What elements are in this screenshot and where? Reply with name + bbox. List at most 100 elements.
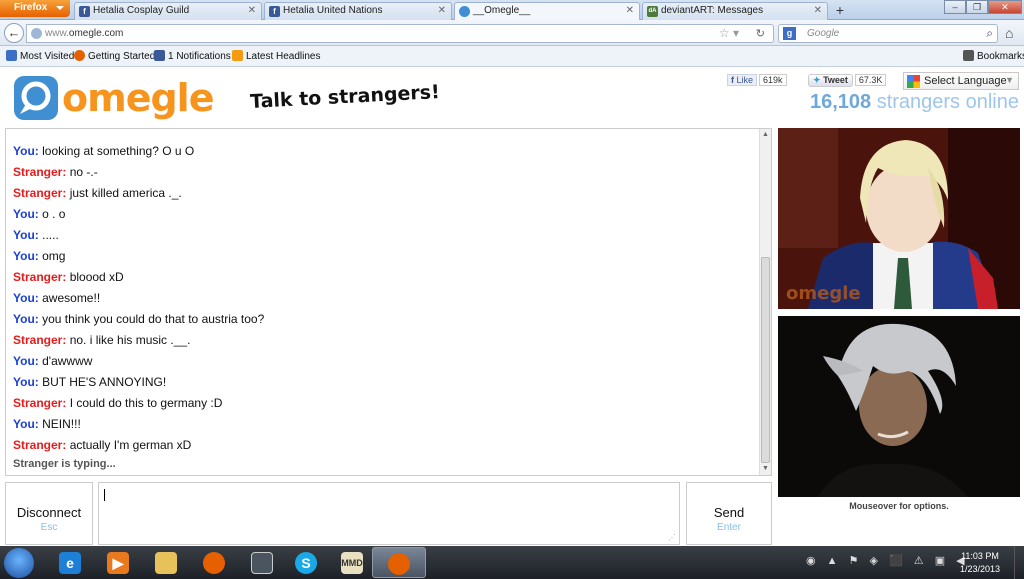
- message-input[interactable]: ⋰: [98, 482, 680, 545]
- send-shortcut-hint: Enter: [717, 522, 741, 533]
- chat-scrollbar[interactable]: ▲ ▼: [759, 129, 771, 475]
- rss-icon: [232, 50, 243, 61]
- google-icon: g: [783, 27, 796, 40]
- chat-log[interactable]: You: looking at something? O u O Stranger…: [5, 128, 772, 476]
- taskbar-firefox[interactable]: [188, 547, 242, 578]
- bookmark-label: Latest Headlines: [246, 51, 321, 62]
- chat-message: Stranger: just killed america ._.: [13, 183, 753, 204]
- bookmark-most-visited[interactable]: Most Visited: [6, 50, 74, 62]
- tab-label: Hetalia United Nations: [283, 5, 383, 16]
- chat-message: Stranger: no -.-: [13, 162, 753, 183]
- start-button[interactable]: [4, 548, 34, 578]
- facebook-icon: f: [269, 6, 280, 17]
- bookmarks-icon: [963, 50, 974, 61]
- tweet-button[interactable]: ✦ Tweet: [808, 74, 853, 87]
- tab-hetalia-cosplay-guild[interactable]: f Hetalia Cosplay Guild ✕: [74, 2, 262, 20]
- bookmark-label: Most Visited: [20, 51, 75, 62]
- address-bar[interactable]: www.omegle.com ☆ ▾ ↻: [26, 24, 774, 43]
- your-video[interactable]: [778, 316, 1020, 497]
- speaker-you: You:: [13, 207, 39, 221]
- speaker-stranger: Stranger:: [13, 396, 67, 410]
- show-desktop-button[interactable]: [1014, 546, 1024, 579]
- firefox-menu-button[interactable]: Firefox: [0, 0, 70, 17]
- search-input[interactable]: g Google ⌕: [778, 24, 998, 43]
- window-icon: [251, 552, 273, 574]
- speaker-stranger: Stranger:: [13, 333, 67, 347]
- bookmark-folder-icon: [6, 50, 17, 61]
- search-icon[interactable]: ⌕: [986, 26, 993, 41]
- chat-message: You: o . o: [13, 204, 753, 225]
- chevron-down-icon: [56, 6, 64, 10]
- omegle-logo-icon[interactable]: [12, 74, 60, 122]
- taskbar-media-player[interactable]: ▶: [92, 547, 146, 578]
- system-clock[interactable]: 11:03 PM 1/23/2013: [955, 550, 1005, 576]
- windows-taskbar: e ▶ S MMD ◉ ▲ ⚑ ◈ ⬛ ⚠ ▣ ◀ 11:03 PM 1/23/…: [0, 546, 1024, 579]
- close-window-button[interactable]: ✕: [988, 0, 1022, 14]
- resize-grip-icon[interactable]: ⋰: [668, 533, 676, 542]
- chat-message: You: d'awwww: [13, 351, 753, 372]
- facebook-like-widget: f Like 619k: [727, 74, 787, 88]
- online-label: strangers online: [876, 91, 1019, 113]
- message-text: I could do this to germany :D: [69, 396, 223, 410]
- new-tab-button[interactable]: +: [830, 3, 850, 19]
- tab-hetalia-united-nations[interactable]: f Hetalia United Nations ✕: [264, 2, 452, 20]
- bookmark-getting-started[interactable]: Getting Started: [74, 50, 155, 62]
- stranger-video[interactable]: omegle: [778, 128, 1020, 309]
- message-text: you think you could do that to austria t…: [42, 312, 265, 326]
- bookmarks-menu[interactable]: Bookmarks: [963, 50, 1024, 62]
- tagline: Talk to strangers!: [249, 81, 441, 113]
- bookmark-latest-headlines[interactable]: Latest Headlines: [232, 50, 321, 62]
- bookmarks-menu-label: Bookmarks: [977, 51, 1024, 62]
- close-icon[interactable]: ✕: [814, 5, 822, 16]
- bookmark-notifications[interactable]: 1 Notifications: [154, 50, 231, 62]
- message-text: omg: [42, 249, 66, 263]
- close-icon[interactable]: ✕: [248, 5, 256, 16]
- video-options-hint: Mouseover for options.: [849, 501, 949, 511]
- facebook-like-button[interactable]: f Like: [727, 74, 758, 86]
- screen: { "browser": { "menu_label": "Firefox", …: [0, 0, 1024, 579]
- globe-icon: [31, 28, 42, 39]
- close-icon[interactable]: ✕: [626, 5, 634, 16]
- speaker-you: You:: [13, 249, 39, 263]
- taskbar-file-explorer[interactable]: [140, 547, 194, 578]
- disconnect-button[interactable]: Disconnect Esc: [5, 482, 93, 545]
- message-list: You: looking at something? O u O Stranger…: [13, 141, 753, 475]
- facebook-like-label: Like: [736, 75, 754, 85]
- scroll-up-arrow-icon[interactable]: ▲: [760, 129, 771, 141]
- typing-indicator: Stranger is typing...: [13, 458, 116, 470]
- facebook-icon: [154, 50, 165, 61]
- back-button[interactable]: ←: [4, 23, 24, 43]
- tweet-widget: ✦ Tweet 67.3K: [808, 74, 887, 88]
- tab-deviantart-messages[interactable]: dA deviantART: Messages ✕: [642, 2, 828, 20]
- scroll-down-arrow-icon[interactable]: ▼: [760, 463, 771, 475]
- message-text: no. i like his music .__.: [69, 333, 191, 347]
- minimize-button[interactable]: –: [944, 0, 966, 14]
- message-text: no -.-: [69, 165, 98, 179]
- scrollbar-thumb[interactable]: [761, 257, 770, 463]
- window-controls: – ❐ ✕: [944, 0, 1022, 14]
- bookmark-star-icon[interactable]: ☆ ▾: [719, 26, 739, 40]
- home-icon[interactable]: ⌂: [1005, 25, 1013, 41]
- bookmarks-toolbar: Most Visited Getting Started 1 Notificat…: [0, 46, 1024, 67]
- chat-message: You: BUT HE'S ANNOYING!: [13, 372, 753, 393]
- omegle-logo-text[interactable]: omegle: [62, 76, 214, 120]
- message-text: o . o: [42, 207, 66, 221]
- send-button[interactable]: Send Enter: [686, 482, 772, 545]
- chat-message: You: looking at something? O u O: [13, 141, 753, 162]
- bookmark-label: 1 Notifications: [168, 51, 231, 62]
- maximize-button[interactable]: ❐: [966, 0, 988, 14]
- tab-omegle[interactable]: __Omegle__ ✕: [454, 2, 640, 21]
- close-icon[interactable]: ✕: [438, 5, 446, 16]
- language-select[interactable]: Select Language ▼: [903, 72, 1019, 90]
- message-text: .....: [42, 228, 59, 242]
- tab-label: deviantART: Messages: [661, 5, 764, 16]
- firefox-menu-label: Firefox: [14, 2, 48, 13]
- reload-icon[interactable]: ↻: [756, 27, 765, 40]
- system-tray-icons[interactable]: ◉ ▲ ⚑ ◈ ⬛ ⚠ ▣ ◀: [806, 554, 969, 567]
- taskbar-internet-explorer[interactable]: e: [44, 547, 98, 578]
- firefox-icon: [74, 50, 85, 61]
- tab-label: Hetalia Cosplay Guild: [93, 5, 190, 16]
- taskbar-firefox-active[interactable]: [372, 547, 426, 578]
- chat-message: You: NEIN!!!: [13, 414, 753, 435]
- search-placeholder: Google: [807, 28, 840, 39]
